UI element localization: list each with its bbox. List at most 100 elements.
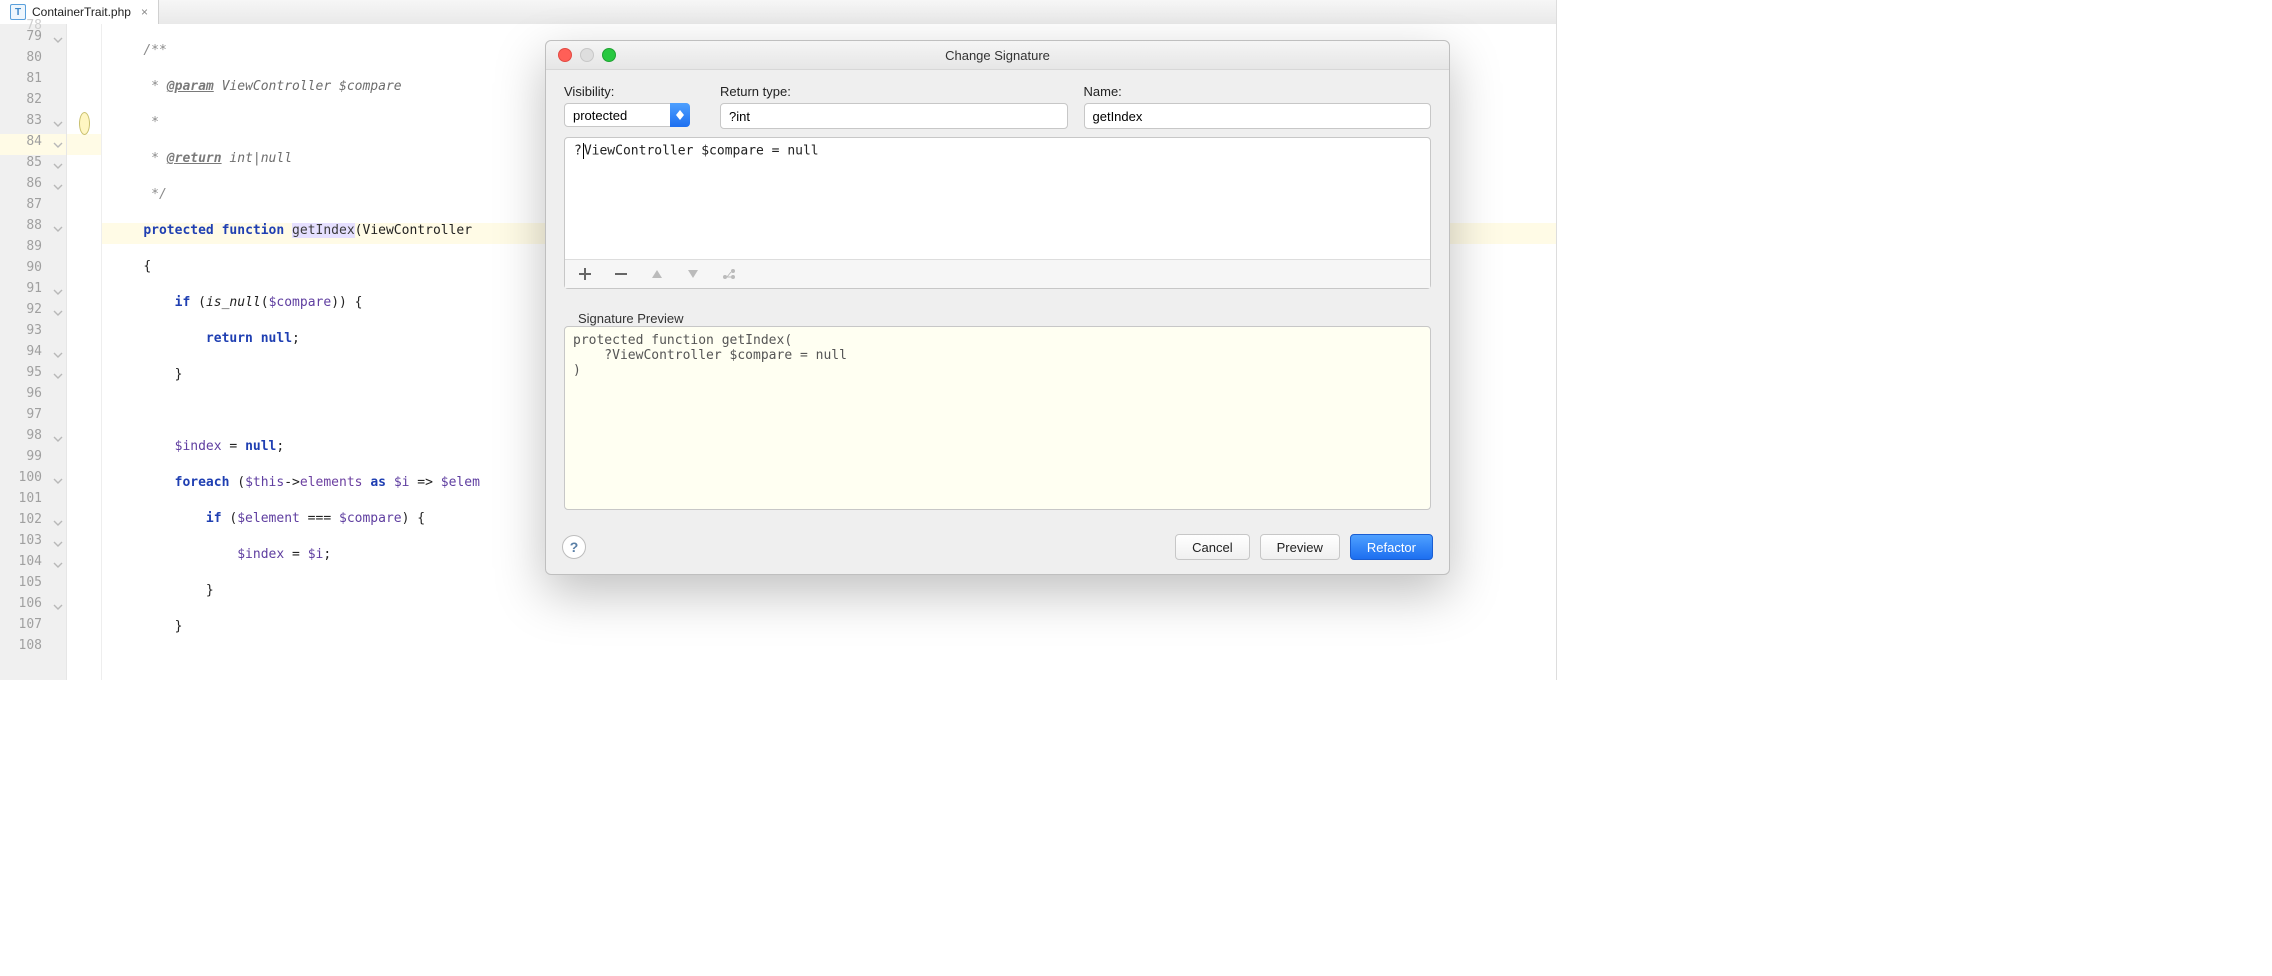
gutter-marker-slot bbox=[67, 512, 101, 533]
line-number: 93 bbox=[0, 323, 50, 344]
parameter-row[interactable]: ?ViewController $compare = null bbox=[571, 142, 1424, 164]
var-i: $i bbox=[394, 475, 410, 490]
close-icon[interactable] bbox=[558, 48, 572, 62]
phpdoc-return-tag: @return bbox=[167, 151, 222, 166]
parameters-box: ?ViewController $compare = null bbox=[564, 137, 1431, 289]
move-up-button[interactable] bbox=[645, 263, 669, 285]
add-parameter-button[interactable] bbox=[573, 263, 597, 285]
gutter-marker-slot bbox=[67, 617, 101, 638]
move-down-button[interactable] bbox=[681, 263, 705, 285]
fold-toggle bbox=[50, 50, 66, 71]
kw-function: function bbox=[222, 223, 285, 238]
line-number: 104 bbox=[0, 554, 50, 575]
line-number: 80 bbox=[0, 50, 50, 71]
gutter-marker-slot bbox=[67, 281, 101, 302]
fold-toggle[interactable] bbox=[50, 428, 66, 449]
signature-preview: protected function getIndex( ?ViewContro… bbox=[564, 326, 1431, 510]
fat-arrow: => bbox=[409, 475, 440, 490]
fold-toggle[interactable] bbox=[50, 470, 66, 491]
line-number: 98 bbox=[0, 428, 50, 449]
gutter-marker-slot bbox=[67, 407, 101, 428]
warning-marker-icon[interactable] bbox=[79, 112, 90, 135]
fold-toggle[interactable] bbox=[50, 29, 66, 50]
fold-toggle[interactable] bbox=[50, 533, 66, 554]
line-number: 96 bbox=[0, 386, 50, 407]
fold-toggle bbox=[50, 407, 66, 428]
fold-toggle[interactable] bbox=[50, 155, 66, 176]
parameters-list[interactable]: ?ViewController $compare = null bbox=[565, 138, 1430, 259]
close-icon[interactable]: × bbox=[137, 5, 148, 19]
refactor-button[interactable]: Refactor bbox=[1350, 534, 1433, 560]
remove-parameter-button[interactable] bbox=[609, 263, 633, 285]
var-element: $element bbox=[237, 511, 300, 526]
line-number: 101 bbox=[0, 491, 50, 512]
fold-toggle bbox=[50, 18, 66, 29]
gutter-marker-slot bbox=[67, 323, 101, 344]
zoom-icon[interactable] bbox=[602, 48, 616, 62]
gutter-marker-slot bbox=[67, 155, 101, 176]
change-signature-dialog: Change Signature Visibility: publicprote… bbox=[545, 40, 1450, 575]
fold-toggle[interactable] bbox=[50, 302, 66, 323]
gutter-marker-slot bbox=[67, 596, 101, 617]
line-number: 108 bbox=[0, 638, 50, 659]
name-input[interactable] bbox=[1084, 103, 1432, 129]
fold-toggle bbox=[50, 197, 66, 218]
gutter-marker-slot bbox=[67, 491, 101, 512]
kw-null: null bbox=[261, 331, 292, 346]
kw-foreach: foreach bbox=[175, 475, 230, 490]
tab-filename: ContainerTrait.php bbox=[32, 5, 131, 19]
propagate-button[interactable] bbox=[717, 263, 741, 285]
fold-toggle[interactable] bbox=[50, 554, 66, 575]
prop-elements: elements bbox=[300, 475, 363, 490]
var-index: $index bbox=[237, 547, 284, 562]
gutter-marker-slot bbox=[67, 470, 101, 491]
line-number: 102 bbox=[0, 512, 50, 533]
fold-gutter bbox=[50, 24, 67, 680]
line-number: 81 bbox=[0, 71, 50, 92]
fold-toggle[interactable] bbox=[50, 218, 66, 239]
fold-toggle[interactable] bbox=[50, 365, 66, 386]
brace: { bbox=[143, 259, 151, 274]
gutter-marker-slot bbox=[67, 365, 101, 386]
fold-toggle[interactable] bbox=[50, 134, 66, 155]
line-number: 78 bbox=[0, 18, 50, 29]
gutter-marker-slot bbox=[67, 260, 101, 281]
line-number-gutter: 7879808182838485868788899091929394959697… bbox=[0, 24, 50, 680]
line-number: 90 bbox=[0, 260, 50, 281]
line-number: 87 bbox=[0, 197, 50, 218]
fold-toggle[interactable] bbox=[50, 596, 66, 617]
return-type-input[interactable] bbox=[720, 103, 1068, 129]
kw-if: if bbox=[175, 295, 191, 310]
gutter-marker-slot bbox=[67, 386, 101, 407]
line-number: 84 bbox=[0, 134, 50, 155]
kw-if: if bbox=[206, 511, 222, 526]
cancel-button[interactable]: Cancel bbox=[1175, 534, 1249, 560]
var-i: $i bbox=[308, 547, 324, 562]
op-eq3: === bbox=[300, 511, 339, 526]
var-this: $this bbox=[245, 475, 284, 490]
fold-toggle bbox=[50, 491, 66, 512]
gutter-marker-slot bbox=[67, 71, 101, 92]
var-compare: $compare bbox=[269, 295, 332, 310]
dialog-titlebar[interactable]: Change Signature bbox=[546, 41, 1449, 70]
line-number: 88 bbox=[0, 218, 50, 239]
fold-toggle[interactable] bbox=[50, 512, 66, 533]
kw-protected: protected bbox=[143, 223, 213, 238]
help-button[interactable]: ? bbox=[562, 535, 586, 559]
gutter-marker-slot bbox=[67, 302, 101, 323]
fold-toggle[interactable] bbox=[50, 344, 66, 365]
visibility-select[interactable]: publicprotectedprivate bbox=[564, 103, 690, 127]
fold-toggle bbox=[50, 71, 66, 92]
line-number: 106 bbox=[0, 596, 50, 617]
gutter-marker-slot bbox=[67, 134, 101, 155]
gutter-marker-slot bbox=[67, 29, 101, 50]
fold-toggle[interactable] bbox=[50, 113, 66, 134]
phpdoc-var: $compare bbox=[339, 79, 402, 94]
fold-toggle[interactable] bbox=[50, 176, 66, 197]
line-number: 85 bbox=[0, 155, 50, 176]
fold-toggle[interactable] bbox=[50, 281, 66, 302]
gutter-marker-slot bbox=[67, 218, 101, 239]
preview-button[interactable]: Preview bbox=[1260, 534, 1340, 560]
phpdoc-return-type: int|null bbox=[229, 151, 292, 166]
gutter-marker-slot bbox=[67, 239, 101, 260]
